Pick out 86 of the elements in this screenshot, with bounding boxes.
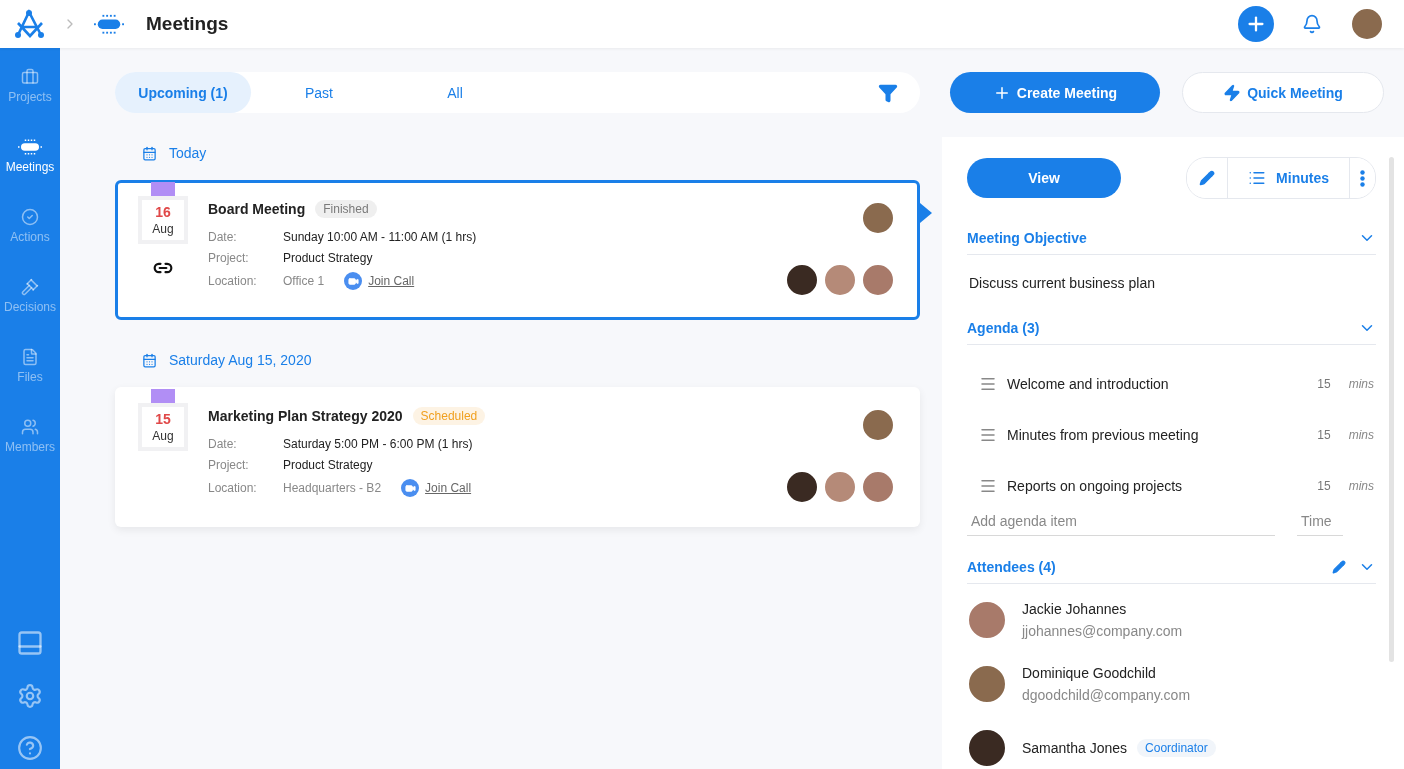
list-icon <box>1248 169 1267 187</box>
meeting-table-icon <box>94 12 124 36</box>
month-label: Aug <box>152 222 174 236</box>
field-label: Project: <box>208 251 250 265</box>
meeting-title: Marketing Plan Strategy 2020 <box>208 408 403 424</box>
attendee-name: Samantha Jones <box>1022 740 1128 756</box>
objective-text: Discuss current business plan <box>969 275 1156 291</box>
section-title: Attendees (4) <box>967 559 1056 575</box>
field-label: Location: <box>208 481 258 495</box>
field-value: Office 1 <box>283 274 325 288</box>
attendee-email: jjohannes@company.com <box>1022 623 1183 639</box>
field-value: Product Strategy <box>283 458 374 472</box>
duration-unit: mins <box>1348 427 1374 442</box>
field-label: Date: <box>208 437 238 451</box>
edit-icon[interactable] <box>1332 560 1346 574</box>
date-heading: Today <box>169 145 207 161</box>
attendee-name: Jackie Johannes <box>1022 601 1127 617</box>
settings-icon[interactable] <box>17 683 43 709</box>
page-title: Meetings <box>146 13 229 35</box>
help-icon[interactable] <box>17 735 43 761</box>
filter-icon[interactable] <box>878 82 898 103</box>
agenda-item: Welcome and introduction <box>1007 375 1170 392</box>
lightning-icon <box>1223 83 1242 102</box>
view-button[interactable]: View <box>967 158 1121 198</box>
tab[interactable]: Past <box>251 72 387 113</box>
join-call-link[interactable]: Join Call <box>368 274 415 288</box>
attendee-email: dgoodchild@company.com <box>1022 687 1191 703</box>
camera-icon <box>347 275 359 287</box>
field-value: Saturday 5:00 PM - 6:00 PM (1 hrs) <box>283 437 474 451</box>
bell-icon <box>1302 14 1322 34</box>
day-number: 15 <box>155 411 171 427</box>
camera-icon <box>404 482 416 494</box>
duration: 15 <box>1317 427 1331 442</box>
join-call-link[interactable]: Join Call <box>425 481 472 495</box>
section-title: Meeting Objective <box>967 230 1087 246</box>
gavel-icon <box>21 278 39 296</box>
more-button[interactable] <box>1349 158 1375 198</box>
agenda-item: Reports on ongoing projects <box>1007 477 1184 494</box>
sidebar-item[interactable]: Meetings <box>5 138 55 208</box>
agenda-item: Minutes from previous meeting <box>1007 426 1200 443</box>
sidebar-item[interactable]: Members <box>5 418 55 488</box>
field-value: Product Strategy <box>283 251 374 265</box>
quick-meeting-button[interactable]: Quick Meeting <box>1182 72 1384 113</box>
month-label: Aug <box>152 429 174 443</box>
filter-funnel-icon <box>878 82 898 103</box>
pencil-icon <box>1199 170 1216 186</box>
field-value: Headquarters - B2 <box>283 481 382 495</box>
role-badge: Coordinator <box>1137 739 1216 757</box>
sidebar-item[interactable]: Actions <box>10 208 50 278</box>
calendar-tab <box>151 182 175 196</box>
duration: 15 <box>1317 478 1331 493</box>
attendee-name: Dominique Goodchild <box>1022 665 1156 681</box>
notifications-button[interactable] <box>1302 14 1322 34</box>
tab[interactable]: Upcoming (1) <box>115 72 251 113</box>
app-logo[interactable] <box>14 9 46 39</box>
briefcase-icon <box>21 68 39 86</box>
calendar-icon <box>142 352 157 368</box>
duration-unit: mins <box>1348 376 1374 391</box>
section-title: Agenda (3) <box>967 320 1040 336</box>
date-heading: Saturday Aug 15, 2020 <box>169 352 312 368</box>
more-icon <box>1360 169 1365 187</box>
check-circle-icon <box>21 208 39 226</box>
sidebar-item[interactable]: Projects <box>8 68 52 138</box>
create-meeting-button[interactable]: Create Meeting <box>950 72 1160 113</box>
meeting-title: Board Meeting <box>208 201 306 217</box>
sidebar-item[interactable]: Decisions <box>4 278 56 348</box>
field-label: Location: <box>208 274 258 288</box>
file-icon <box>21 348 39 366</box>
calendar-tab <box>151 389 175 403</box>
people-icon <box>21 418 39 436</box>
sidebar-item[interactable]: Files <box>17 348 43 418</box>
layout-icon[interactable] <box>16 629 44 657</box>
scrollbar[interactable] <box>1389 157 1394 662</box>
status-badge: Scheduled <box>412 407 486 425</box>
meeting-table-icon <box>18 138 42 156</box>
field-label: Date: <box>208 230 238 244</box>
add-button[interactable] <box>1238 6 1274 42</box>
duration-unit: mins <box>1348 478 1374 493</box>
duration: 15 <box>1317 376 1331 391</box>
field-label: Project: <box>208 458 250 472</box>
calendar-icon <box>142 145 157 161</box>
tab[interactable]: All <box>387 72 523 113</box>
field-value: Sunday 10:00 AM - 11:00 AM (1 hrs) <box>283 230 478 244</box>
day-number: 16 <box>155 204 171 220</box>
meeting-card[interactable]: 15 Aug Marketing Plan Strategy 2020 Scheduled Date: Saturday 5:00 PM - 6:00 PM (1 hrs) Project: Product Strategy Location: Headquarters - B2 Join Call <box>115 387 920 527</box>
status-badge: Finished <box>315 200 377 218</box>
